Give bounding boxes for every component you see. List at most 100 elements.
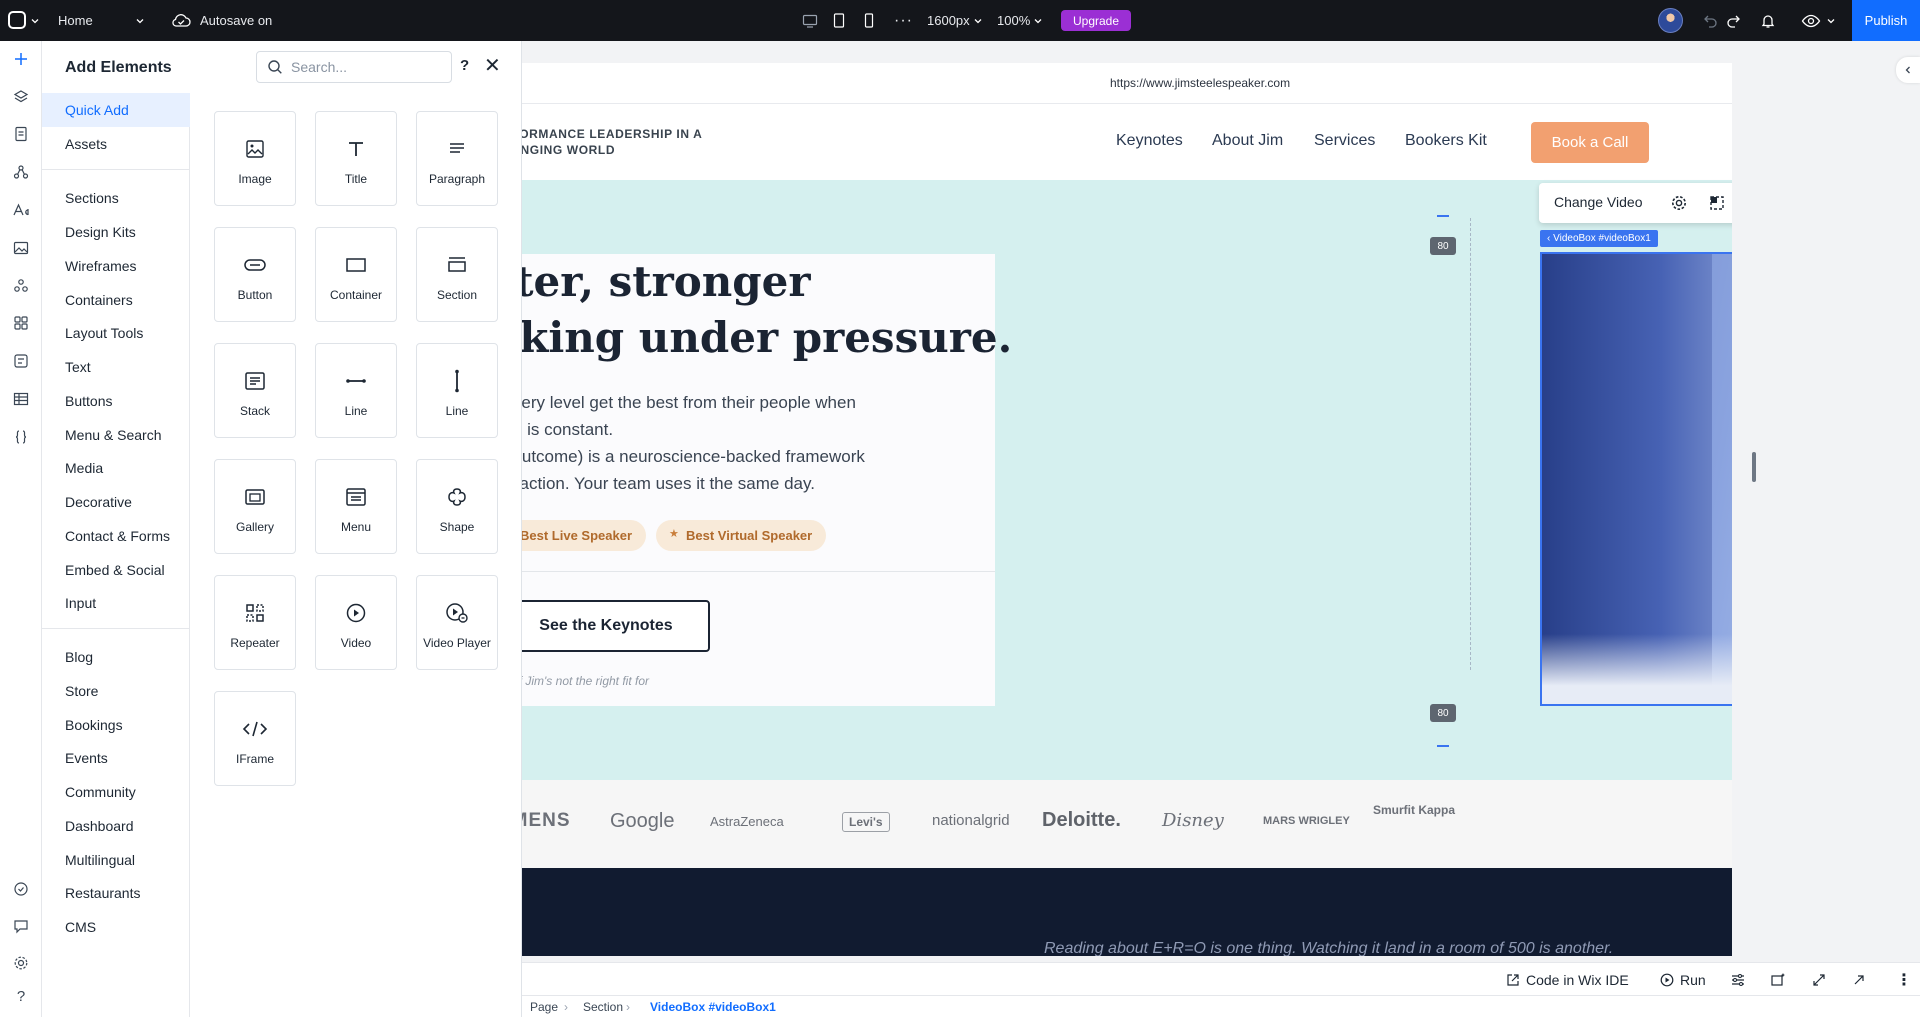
layout-icon[interactable] [1705,191,1729,215]
testimonial-band[interactable]: Reading about E+R=O is one thing. Watchi… [522,868,1732,956]
code-in-wix-ide-button[interactable]: Code in Wix IDE [1506,963,1629,996]
redo-icon[interactable] [1726,0,1742,41]
hero-headline-line-1[interactable]: rter, stronger [522,254,811,310]
padding-handle-bottom[interactable] [1437,745,1449,747]
page-selector-chevron-icon[interactable] [135,0,145,41]
category-input[interactable]: Input [42,586,190,620]
expand-arrows-icon[interactable] [1812,963,1826,996]
tile-button[interactable]: Button [214,227,296,322]
video-box[interactable] [1540,252,1732,706]
change-video-button[interactable]: Change Video [1554,194,1642,210]
hero-headline-line-2[interactable]: aking under pressure. [522,310,1012,366]
zoom-selector[interactable]: 100% [997,0,1043,41]
publish-button[interactable]: Publish [1852,0,1920,41]
category-decorative[interactable]: Decorative [42,485,190,519]
category-blog[interactable]: Blog [42,640,190,674]
tablet-view-icon[interactable] [833,0,845,41]
hero-text-card[interactable]: rter, stronger aking under pressure. t e… [522,254,1012,706]
tile-paragraph[interactable]: Paragraph [416,111,498,206]
search-box[interactable] [256,51,452,83]
breadcrumb-page[interactable]: Page [530,1000,558,1014]
business-apps-icon[interactable] [9,274,33,298]
site-structure-icon[interactable] [9,160,33,184]
tile-shape[interactable]: Shape [416,459,498,554]
category-cms[interactable]: CMS [42,910,190,944]
tile-iframe[interactable]: IFrame [214,691,296,786]
add-elements-plus-icon[interactable] [9,47,33,71]
tile-section[interactable]: Section [416,227,498,322]
category-dashboard[interactable]: Dashboard [42,809,190,843]
more-options-vertical-icon[interactable]: ⋮ [1896,963,1912,996]
wix-logo-icon[interactable] [8,11,26,29]
tile-image[interactable]: Image [214,111,296,206]
category-buttons[interactable]: Buttons [42,384,190,418]
layers-icon[interactable] [9,85,33,109]
width-selector[interactable]: 1600px [927,0,983,41]
category-store[interactable]: Store [42,674,190,708]
more-breakpoints-icon[interactable]: ··· [894,0,913,41]
logo-chevron-down-icon[interactable] [30,0,40,41]
category-wireframes[interactable]: Wireframes [42,249,190,283]
media-image-icon[interactable] [9,236,33,260]
nav-about-jim[interactable]: About Jim [1212,132,1283,150]
search-input[interactable] [291,59,431,75]
settings-gear-icon[interactable] [9,951,33,975]
panel-help-button[interactable]: ? [460,57,469,74]
page-selector[interactable]: Home [58,0,93,41]
canvas-resize-handle[interactable] [1752,452,1756,482]
responsive-ai-icon[interactable] [1770,963,1786,996]
book-a-call-button[interactable]: Book a Call [1531,122,1649,163]
desktop-view-icon[interactable] [802,0,818,41]
code-braces-icon[interactable] [9,425,33,449]
run-button[interactable]: Run [1660,963,1706,996]
category-embed-social[interactable]: Embed & Social [42,553,190,587]
collapse-panel-chevron-icon[interactable] [1896,57,1920,83]
see-keynotes-button[interactable]: See the Keynotes [522,600,710,652]
cms-collections-icon[interactable] [9,349,33,373]
app-market-icon[interactable] [9,311,33,335]
category-quick-add[interactable]: Quick Add [42,93,190,127]
category-media[interactable]: Media [42,451,190,485]
category-menu-search[interactable]: Menu & Search [42,418,190,452]
text-styles-icon[interactable] [9,198,33,222]
site-header[interactable]: RFORMANCE LEADERSHIP IN A HANGING WORLD … [522,104,1732,180]
breadcrumb-section[interactable]: Section [583,1000,623,1014]
selected-element-tag[interactable]: ‹ VideoBox #videoBox1 [1540,230,1658,247]
close-icon[interactable]: ✕ [484,53,501,78]
category-layout-tools[interactable]: Layout Tools [42,316,190,350]
pages-icon[interactable] [9,122,33,146]
site-checklist-icon[interactable] [9,877,33,901]
category-community[interactable]: Community [42,775,190,809]
nav-keynotes[interactable]: Keynotes [1116,132,1183,150]
category-assets[interactable]: Assets [42,127,190,161]
category-bookings[interactable]: Bookings [42,708,190,742]
undo-icon[interactable] [1702,0,1718,41]
avatar[interactable] [1658,8,1683,33]
tile-container[interactable]: Container [315,227,397,322]
tile-video-player[interactable]: Video Player [416,575,498,670]
padding-handle-top[interactable] [1437,215,1449,217]
category-sections[interactable]: Sections [42,181,190,215]
settings-gear-icon[interactable] [1667,191,1691,215]
nav-bookers-kit[interactable]: Bookers Kit [1405,132,1487,150]
nav-services[interactable]: Services [1314,132,1375,150]
hero-section[interactable]: rter, stronger aking under pressure. t e… [522,180,1732,780]
breadcrumb-videobox[interactable]: VideoBox #videoBox1 [650,1000,776,1014]
preview-chevron-icon[interactable] [1826,0,1836,41]
category-events[interactable]: Events [42,741,190,775]
tile-gallery[interactable]: Gallery [214,459,296,554]
category-text[interactable]: Text [42,350,190,384]
properties-panel-icon[interactable] [1730,963,1746,996]
spacing-badge-bottom[interactable]: 80 [1430,704,1456,722]
client-logos-strip[interactable]: EMENS Google AstraZeneca Levi's national… [522,780,1732,868]
editor-canvas[interactable]: https://www.jimsteelespeaker.com RFORMAN… [522,63,1732,956]
help-question-icon[interactable]: ? [9,984,33,1008]
tile-title[interactable]: Title [315,111,397,206]
spacing-badge-top[interactable]: 80 [1430,237,1456,255]
category-containers[interactable]: Containers [42,283,190,317]
chat-comments-icon[interactable] [9,914,33,938]
tile-repeater[interactable]: Repeater [214,575,296,670]
tile-menu[interactable]: Menu [315,459,397,554]
category-design-kits[interactable]: Design Kits [42,215,190,249]
tile-video[interactable]: Video [315,575,397,670]
